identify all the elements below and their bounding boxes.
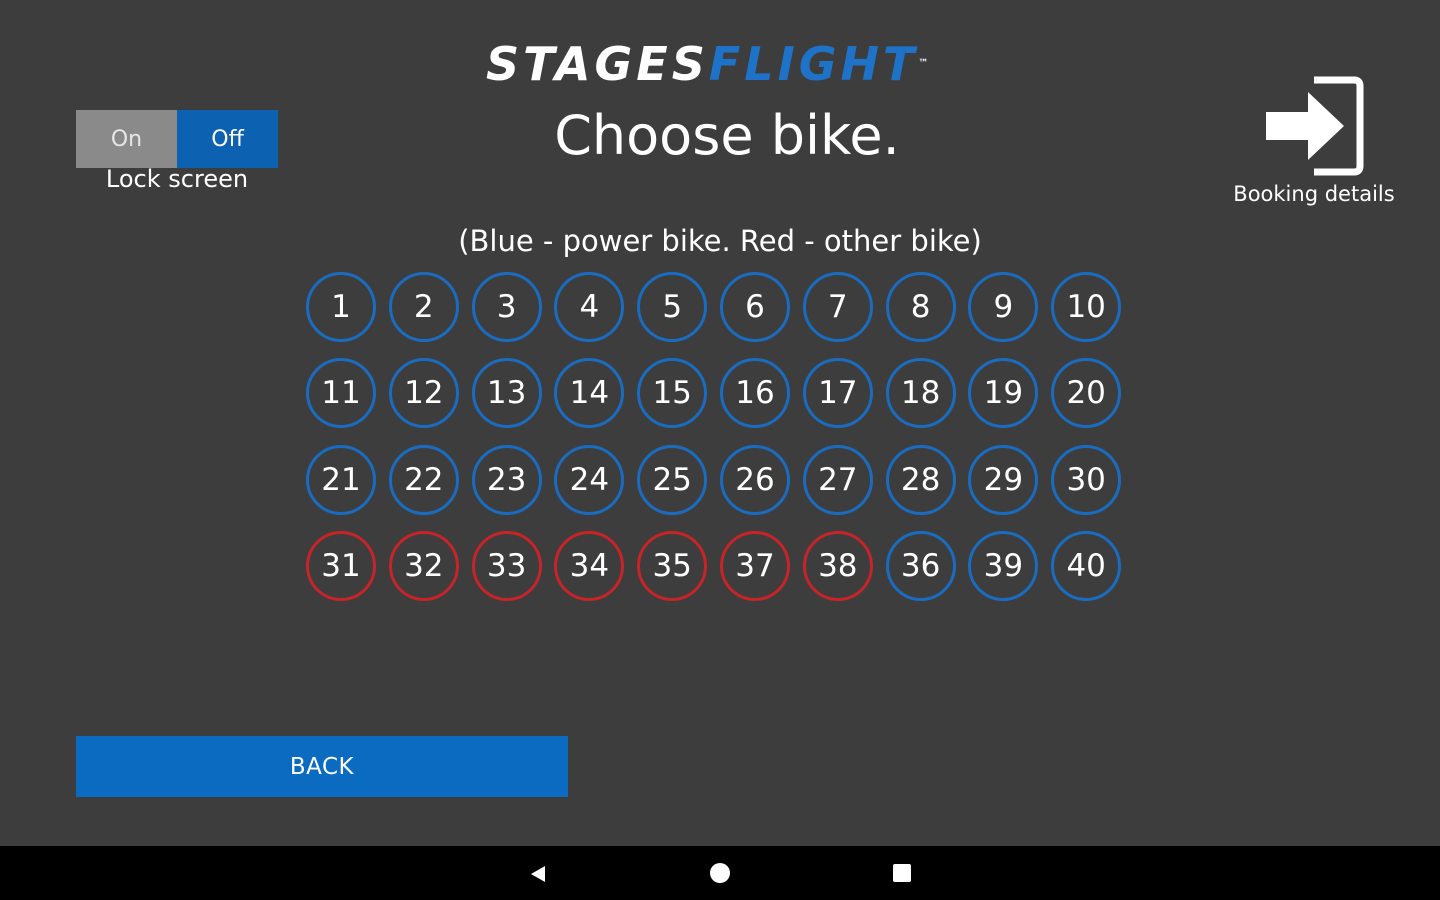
bike-2-button[interactable]: 2 bbox=[388, 272, 459, 342]
bike-1-button[interactable]: 1 bbox=[306, 272, 376, 342]
bike-3-button[interactable]: 3 bbox=[471, 272, 542, 342]
bike-12-button[interactable]: 12 bbox=[388, 358, 459, 429]
bike-31-button[interactable]: 31 bbox=[306, 530, 376, 601]
bike-13-button[interactable]: 13 bbox=[471, 358, 542, 429]
triangle-back-icon[interactable] bbox=[528, 864, 548, 884]
bike-34-button[interactable]: 34 bbox=[554, 530, 625, 601]
bike-17-button[interactable]: 17 bbox=[802, 358, 873, 429]
bike-30-button[interactable]: 30 bbox=[1051, 444, 1122, 515]
bike-32-button[interactable]: 32 bbox=[388, 530, 459, 601]
bike-38-button[interactable]: 38 bbox=[802, 530, 873, 601]
booking-details-button[interactable]: Booking details bbox=[1222, 74, 1406, 214]
bike-29-button[interactable]: 29 bbox=[968, 444, 1039, 515]
bike-21-button[interactable]: 21 bbox=[306, 444, 376, 515]
bike-37-button[interactable]: 37 bbox=[720, 530, 790, 601]
bike-35-button[interactable]: 35 bbox=[637, 530, 708, 601]
sign-in-arrow-icon bbox=[1266, 76, 1364, 176]
bike-4-button[interactable]: 4 bbox=[554, 272, 625, 342]
bike-18-button[interactable]: 18 bbox=[885, 358, 956, 429]
bike-33-button[interactable]: 33 bbox=[471, 530, 542, 601]
circle-home-icon[interactable] bbox=[710, 863, 730, 883]
bike-22-button[interactable]: 22 bbox=[388, 444, 459, 515]
stages-flight-logo: STAGESFLIGHT™ bbox=[486, 38, 976, 90]
bike-26-button[interactable]: 26 bbox=[720, 444, 790, 515]
bike-9-button[interactable]: 9 bbox=[968, 272, 1039, 342]
bike-11-button[interactable]: 11 bbox=[306, 358, 376, 429]
bike-19-button[interactable]: 19 bbox=[968, 358, 1039, 429]
lock-screen-off-option[interactable]: Off bbox=[177, 110, 278, 168]
booking-details-label: Booking details bbox=[1233, 182, 1395, 206]
bike-23-button[interactable]: 23 bbox=[471, 444, 542, 515]
bike-27-button[interactable]: 27 bbox=[802, 444, 873, 515]
bike-39-button[interactable]: 39 bbox=[968, 530, 1039, 601]
logo-text-flight: FLIGHT bbox=[708, 37, 919, 91]
bike-10-button[interactable]: 10 bbox=[1051, 272, 1122, 342]
bike-6-button[interactable]: 6 bbox=[720, 272, 790, 342]
lock-screen-on-option[interactable]: On bbox=[76, 110, 177, 168]
bike-16-button[interactable]: 16 bbox=[720, 358, 790, 429]
lock-screen-label: Lock screen bbox=[105, 165, 249, 193]
logo-trademark: ™ bbox=[918, 58, 933, 69]
bike-25-button[interactable]: 25 bbox=[637, 444, 708, 515]
bike-14-button[interactable]: 14 bbox=[554, 358, 625, 429]
bike-20-button[interactable]: 20 bbox=[1051, 358, 1122, 429]
lock-screen-toggle[interactable]: On Off bbox=[76, 110, 278, 168]
bike-24-button[interactable]: 24 bbox=[554, 444, 625, 515]
android-nav-bar bbox=[0, 846, 1440, 900]
bike-28-button[interactable]: 28 bbox=[885, 444, 956, 515]
bike-15-button[interactable]: 15 bbox=[637, 358, 708, 429]
logo-text-stages: STAGES bbox=[486, 37, 709, 91]
square-recents-icon[interactable] bbox=[893, 864, 911, 882]
bike-5-button[interactable]: 5 bbox=[637, 272, 708, 342]
choose-bike-screen: STAGESFLIGHT™ Choose bike. On Off Lock s… bbox=[0, 0, 1440, 846]
bike-40-button[interactable]: 40 bbox=[1051, 530, 1122, 601]
back-button[interactable]: BACK bbox=[76, 736, 568, 797]
bike-36-button[interactable]: 36 bbox=[885, 530, 956, 601]
bike-legend: (Blue - power bike. Red - other bike) bbox=[458, 224, 982, 258]
bike-7-button[interactable]: 7 bbox=[802, 272, 873, 342]
bike-8-button[interactable]: 8 bbox=[885, 272, 956, 342]
